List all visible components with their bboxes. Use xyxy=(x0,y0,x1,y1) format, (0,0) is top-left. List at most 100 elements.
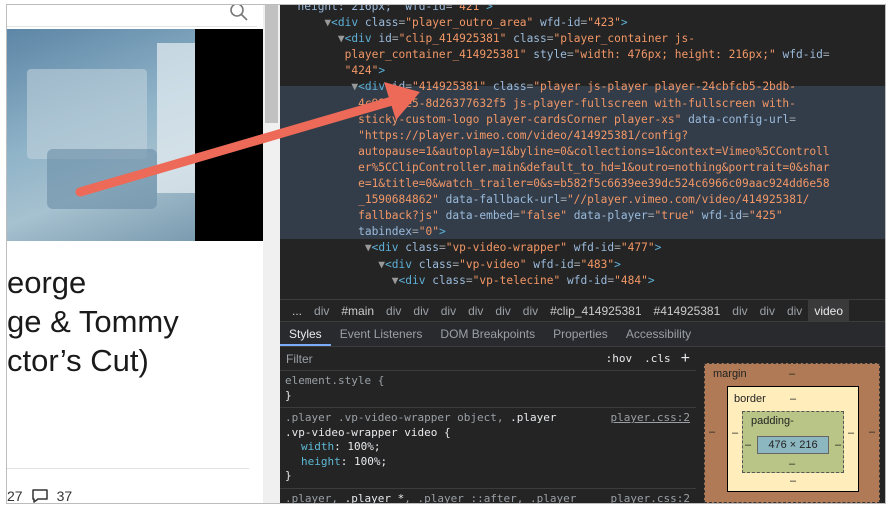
dom-line[interactable]: ▼<div class="vp-video" wfd-id="483"> xyxy=(284,257,885,273)
margin-right-value: – xyxy=(869,426,876,438)
video-frame-detail xyxy=(47,149,157,209)
video-letterbox xyxy=(195,29,263,241)
breadcrumb-item[interactable]: div xyxy=(435,300,462,322)
css-property[interactable]: width: 100%; xyxy=(285,440,690,455)
dom-line[interactable]: sticky-custom-logo player-cardsCorner pl… xyxy=(284,112,885,128)
css-rule[interactable]: player.css:2 .player .vp-video-wrapper o… xyxy=(280,408,696,489)
filter-bar: Filter :hov .cls + xyxy=(280,347,696,371)
add-rule-button[interactable]: + xyxy=(681,350,690,368)
selector-part: .player .vp-video-wrapper object, xyxy=(285,411,511,424)
border-top-value: – xyxy=(790,393,797,405)
padding-bottom-value: – xyxy=(789,458,796,470)
breadcrumb-item[interactable]: div xyxy=(726,300,753,322)
tab-event-listeners[interactable]: Event Listeners xyxy=(331,322,432,346)
rule-selector: element.style { xyxy=(285,374,385,387)
breadcrumb-item[interactable]: div xyxy=(781,300,808,322)
rule-close: } xyxy=(285,469,292,482)
search-bar[interactable] xyxy=(7,5,257,27)
sidebar-tabs: Styles Event Listeners DOM Breakpoints Prop… xyxy=(280,321,885,347)
property-value[interactable]: 100%; xyxy=(354,455,387,468)
video-title: eorge ge & Tommy ctor’s Cut) xyxy=(7,263,179,380)
video-player[interactable] xyxy=(7,29,263,241)
dom-line[interactable]: "424"> xyxy=(284,63,885,79)
video-stats: 27 37 xyxy=(7,488,73,504)
dom-line[interactable]: _1590684862" data-fallback-url="//player… xyxy=(284,192,885,208)
styles-pane: Filter :hov .cls + element.style { } pla… xyxy=(280,347,696,504)
dom-line[interactable]: e=1&title=0&watch_trailer=0&s=b582f5c663… xyxy=(284,176,885,192)
dom-line[interactable]: player_container_414925381" style="width… xyxy=(284,47,885,63)
rule-selector: .vp-video-wrapper video { xyxy=(285,425,451,439)
property-value[interactable]: 100%; xyxy=(347,440,380,453)
breadcrumb-item[interactable]: div xyxy=(489,300,516,322)
property-name: height xyxy=(301,454,341,468)
css-rule[interactable]: player.css:2 .player, .player *, .player… xyxy=(280,489,696,504)
comment-icon[interactable] xyxy=(31,488,49,504)
comments-count: 37 xyxy=(56,488,73,504)
rule-source-link[interactable]: player.css:2 xyxy=(611,492,690,504)
breadcrumb-item[interactable]: #clip_414925381 xyxy=(544,300,647,322)
border-right-value: – xyxy=(848,427,855,439)
margin-left-value: – xyxy=(709,426,716,438)
breadcrumb-item[interactable]: div xyxy=(308,300,335,322)
breadcrumb-item[interactable]: #414925381 xyxy=(648,300,727,322)
tab-styles[interactable]: Styles xyxy=(280,322,331,346)
dom-line[interactable]: "https://player.vimeo.com/video/41492538… xyxy=(284,128,885,144)
webpage-panel: eorge ge & Tommy ctor’s Cut) 27 37 xyxy=(7,5,280,504)
tab-dom-breakpoints[interactable]: DOM Breakpoints xyxy=(431,322,544,346)
selector-part: , .player ::after, .player xyxy=(404,491,577,504)
dom-line[interactable]: ▼<div class="vp-telecine" wfd-id="484"> xyxy=(284,273,885,289)
breadcrumb-item[interactable]: div xyxy=(517,300,544,322)
hov-toggle[interactable]: :hov xyxy=(606,352,633,365)
dom-line[interactable]: ▼<div class="vp-video-wrapper" wfd-id="4… xyxy=(284,240,885,256)
selector-part: .player * xyxy=(344,491,405,504)
cls-toggle[interactable]: .cls xyxy=(644,352,671,365)
margin-label: margin xyxy=(713,368,747,380)
title-line: eorge xyxy=(7,265,87,300)
divider xyxy=(7,468,249,469)
box-margin[interactable]: margin – – – border – – – – padding- – –… xyxy=(704,363,880,503)
rule-source-link[interactable]: player.css:2 xyxy=(611,411,690,426)
breadcrumb-item[interactable]: video xyxy=(808,299,849,322)
devtools-panel: height: 216px;" wfd-id="421"> ▼<div clas… xyxy=(280,5,885,504)
search-icon[interactable] xyxy=(229,5,249,22)
screenshot-frame: eorge ge & Tommy ctor’s Cut) 27 37 height:… xyxy=(6,4,886,504)
breadcrumb-item[interactable]: div xyxy=(407,300,434,322)
dom-line[interactable]: height: 216px;" wfd-id="421"> xyxy=(284,5,885,15)
selector-part: .player, xyxy=(285,491,345,504)
box-border[interactable]: border – – – – padding- – – – 476 × 216 xyxy=(727,386,859,492)
padding-right-value: – xyxy=(835,439,842,451)
dom-line[interactable]: ▼<div class="player_outro_area" wfd-id="… xyxy=(284,15,885,31)
element-style-rule[interactable]: element.style { } xyxy=(280,371,696,408)
dom-line[interactable]: tabindex="0"> xyxy=(284,224,885,240)
dom-line[interactable]: ▼<div id="414925381" class="player js-pl… xyxy=(284,79,885,95)
video-frame-detail xyxy=(157,43,195,193)
dom-line[interactable]: er%5CClipController.main&default_to_hd=1… xyxy=(284,160,885,176)
property-name: width xyxy=(301,440,335,453)
dom-line[interactable]: <video preload tabindex="-1" style src="… xyxy=(284,289,885,291)
breadcrumb-item[interactable]: div xyxy=(462,300,489,322)
title-line: ge & Tommy xyxy=(7,304,179,339)
border-left-value: – xyxy=(732,427,739,439)
border-label: border xyxy=(734,393,766,405)
elements-tree[interactable]: height: 216px;" wfd-id="421"> ▼<div clas… xyxy=(280,5,885,291)
css-property[interactable]: height: 100%; xyxy=(285,455,690,470)
box-content-size[interactable]: 476 × 216 xyxy=(757,436,829,454)
margin-top-value: – xyxy=(789,368,796,380)
breadcrumb-item[interactable]: ... xyxy=(286,300,308,322)
scrollbar-thumb[interactable] xyxy=(265,5,278,123)
breadcrumb-item[interactable]: div xyxy=(754,300,781,322)
breadcrumb-item[interactable]: div xyxy=(380,300,407,322)
box-model: margin – – – border – – – – padding- – –… xyxy=(696,347,885,503)
rule-close: } xyxy=(285,388,292,402)
tab-accessibility[interactable]: Accessibility xyxy=(617,322,700,346)
dom-line[interactable]: ▼<div id="clip_414925381" class="player_… xyxy=(284,31,885,47)
tab-properties[interactable]: Properties xyxy=(544,322,617,346)
breadcrumb-item[interactable]: #main xyxy=(335,300,380,322)
title-line: ctor’s Cut) xyxy=(7,343,149,378)
dom-line[interactable]: fallback?js" data-embed="false" data-pla… xyxy=(284,208,885,224)
dom-lines: height: 216px;" wfd-id="421"> ▼<div clas… xyxy=(280,5,885,291)
dom-line[interactable]: autopause=1&autoplay=1&byline=0&collecti… xyxy=(284,144,885,160)
filter-input[interactable]: Filter xyxy=(286,352,606,366)
dom-line[interactable]: 4c99-9fe5-8d26377632f5 js-player-fullscr… xyxy=(284,96,885,112)
box-padding[interactable]: padding- – – – 476 × 216 xyxy=(742,411,844,473)
